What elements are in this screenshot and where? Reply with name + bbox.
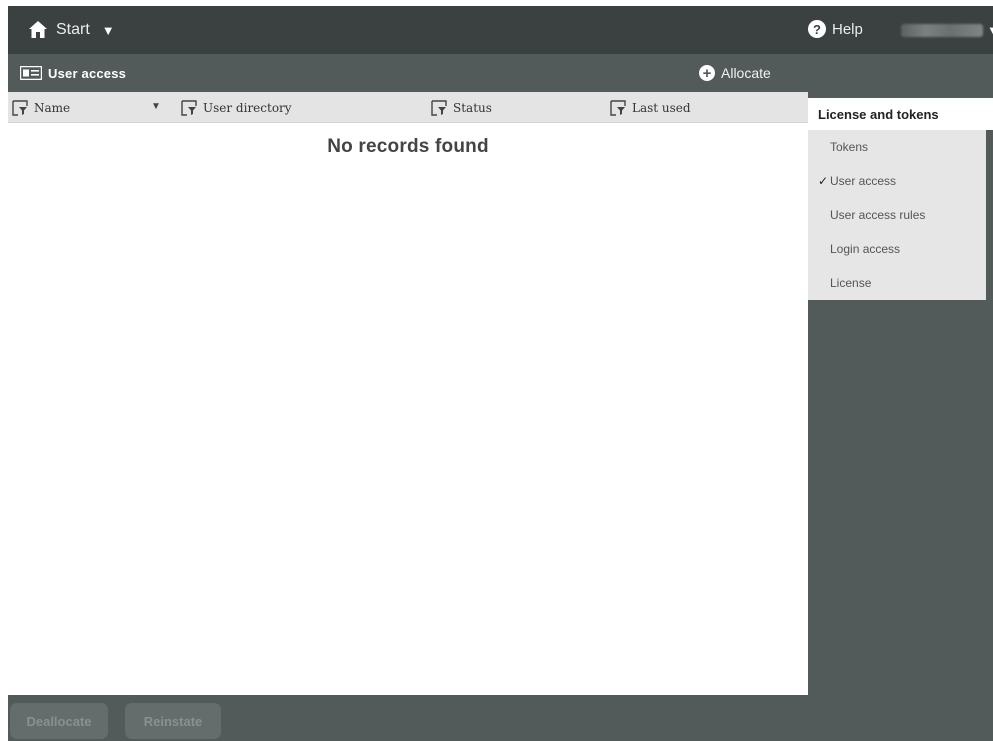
side-item-tokens[interactable]: Tokens	[808, 130, 986, 164]
side-item-login-access[interactable]: Login access	[808, 232, 986, 266]
column-label: Last used	[632, 100, 691, 115]
deallocate-button[interactable]: Deallocate	[10, 703, 108, 739]
help-button[interactable]: ? Help	[808, 20, 863, 38]
start-menu-button[interactable]: Start ▼	[28, 20, 115, 40]
checkmark-icon: ✓	[817, 174, 828, 188]
filter-icon	[12, 99, 28, 116]
column-label: Name	[34, 100, 71, 115]
side-panel-menu: Tokens ✓ User access User access rules L…	[808, 130, 986, 300]
side-panel-header: License and tokens	[808, 98, 993, 130]
side-item-user-access[interactable]: ✓ User access	[808, 164, 986, 198]
column-header-status[interactable]: Status	[431, 92, 492, 123]
top-navigation-bar: Start ▼ ? Help ▼	[8, 6, 993, 54]
sort-down-icon[interactable]: ▼	[151, 101, 161, 112]
filter-icon	[610, 99, 626, 116]
help-label: Help	[832, 20, 863, 38]
side-item-label: Login access	[830, 242, 901, 256]
side-item-label: User access	[830, 174, 897, 188]
chevron-down-icon: ▼	[101, 22, 115, 38]
column-label: User directory	[203, 100, 292, 115]
page-title: User access	[48, 65, 127, 81]
side-item-user-access-rules[interactable]: User access rules	[808, 198, 986, 232]
bottom-action-bar: Deallocate Reinstate	[8, 695, 808, 741]
empty-state-message: No records found	[327, 136, 489, 157]
allocate-label: Allocate	[721, 65, 771, 81]
redacted-user-name	[901, 24, 983, 37]
filter-icon	[431, 99, 447, 116]
id-card-icon	[20, 66, 42, 80]
plus-circle-icon: +	[699, 65, 715, 81]
side-item-label: Tokens	[830, 140, 869, 154]
page-header-bar: User access + Allocate	[8, 54, 808, 92]
filter-icon	[181, 99, 197, 116]
side-item-label: User access rules	[830, 208, 926, 222]
left-margin	[0, 0, 8, 741]
help-circle-icon: ?	[808, 20, 826, 38]
side-item-label: License	[830, 276, 872, 290]
home-icon	[29, 21, 47, 38]
user-menu-button[interactable]: ▼	[901, 23, 993, 38]
table-header: Name ▼ User directory Status Last used	[8, 92, 808, 123]
side-panel: License and tokens Tokens ✓ User access …	[808, 98, 993, 741]
column-header-user-directory[interactable]: User directory	[181, 92, 292, 123]
user-access-table: Name ▼ User directory Status Last used N…	[8, 92, 808, 695]
chevron-down-icon: ▼	[987, 23, 993, 38]
allocate-button[interactable]: + Allocate	[699, 65, 771, 81]
start-label: Start	[56, 21, 90, 38]
column-header-last-used[interactable]: Last used	[610, 92, 691, 123]
reinstate-button[interactable]: Reinstate	[125, 703, 221, 739]
column-header-name[interactable]: Name	[12, 92, 70, 123]
side-item-license[interactable]: License	[808, 266, 986, 300]
column-label: Status	[453, 100, 492, 115]
